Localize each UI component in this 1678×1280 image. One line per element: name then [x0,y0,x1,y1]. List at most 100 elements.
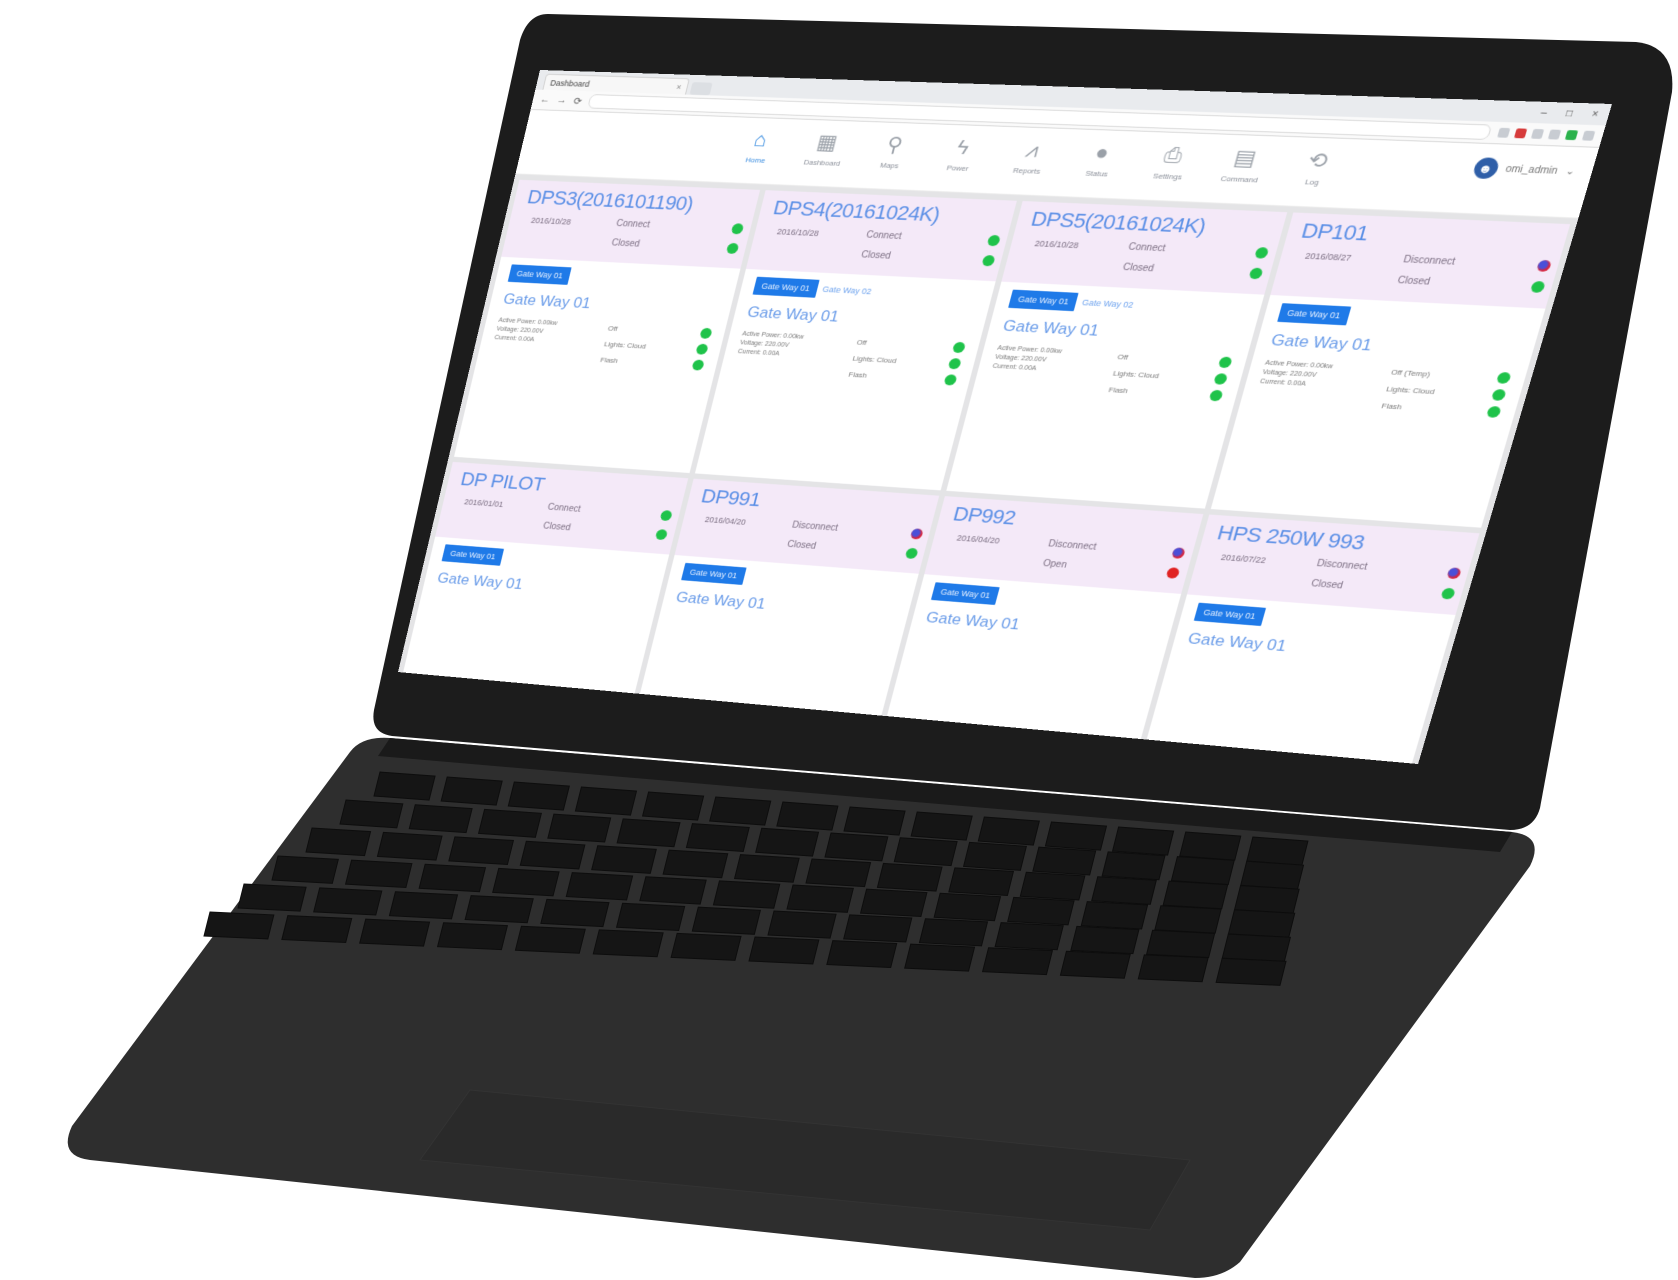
gateway-metrics: Active Power: 0.00kw Voltage: 220.00V Curr… [733,330,967,386]
indicator-dot [947,357,962,370]
indicator-row: Off [837,335,967,354]
device-name[interactable]: DPS5(20161024K) [1028,207,1273,242]
user-menu[interactable]: ☻ omi_admin ⌄ [1471,157,1578,182]
close-tab-icon[interactable]: × [676,82,683,91]
nav-item-label: Status [1084,169,1109,179]
keyboard-key [859,888,928,918]
device-name[interactable]: DPS3(2016101190) [525,186,747,219]
gateway-tab-active[interactable]: Gate Way 01 [930,582,1000,605]
extension-icon[interactable] [1547,129,1562,140]
keyboard-key [1227,909,1296,938]
indicator-row: Flash [829,368,958,386]
nav-item-settings[interactable]: ⎙ Settings [1138,143,1205,182]
gateway-tab[interactable]: Gate Way 02 [1081,298,1134,310]
nav-item-home[interactable]: ⌂ Home [728,128,790,165]
indicator-row: Flash [1360,399,1502,418]
keyboard-key [1111,826,1175,856]
keyboard-key [281,915,353,944]
keyboard-key [767,910,837,939]
keyboard-key [1059,950,1131,979]
device-date: 2016/04/20 [703,514,747,527]
device-card[interactable]: HPS 250W 993 2016/07/22 Disconnect Closed Ga… [1143,514,1480,765]
keyboard-key [592,929,664,958]
menu-icon[interactable] [1581,130,1596,141]
keyboard-key [824,832,889,862]
gateway-tab-active[interactable]: Gate Way 01 [680,562,747,585]
gateway-title: Gate Way 01 [1269,331,1375,355]
minimize-button[interactable]: – [1540,107,1549,118]
indicator-label: Off [607,323,619,333]
close-window-button[interactable]: × [1590,109,1599,120]
keyboard-key [977,816,1040,846]
keyboard-key [271,855,339,884]
keyboard-key [1154,905,1222,934]
nav-item-status[interactable]: ● Status [1067,140,1133,179]
device-grid: DPS3(2016101190) 2016/10/28 Connect Closed G… [398,174,1579,765]
keyboard-key [910,811,973,841]
device-header: DPS5(20161024K) 2016/10/28 Connect Closed [1001,201,1287,295]
keyboard-key [933,892,1002,922]
keyboard-key [1170,856,1235,885]
laptop-screen: Dashboard × – □ × ← → ⟳ ⌂ Home ▦ Dashboa… [398,70,1612,765]
gateway-tab-active[interactable]: Gate Way 01 [1008,289,1079,312]
nav-item-power[interactable]: ϟ Power [929,135,994,174]
gateway-title: Gate Way 01 [1001,316,1101,340]
maximize-button[interactable]: □ [1565,108,1575,119]
nav-item-maps[interactable]: ⚲ Maps [861,133,925,171]
gateway-tab-active[interactable]: Gate Way 01 [441,544,505,566]
indicator-label: Off (Temp) [1390,367,1432,379]
user-avatar-icon: ☻ [1471,157,1501,180]
forward-icon[interactable]: → [556,95,568,106]
extension-icon[interactable] [1564,130,1579,141]
printer-icon: ⎙ [1161,142,1186,168]
keyboard-key [904,943,976,972]
nav-item-command[interactable]: ▤ Command [1209,146,1277,185]
device-header: DPS4(20161024K) 2016/10/28 Connect Closed [745,190,1017,282]
gateway-title: Gate Way 01 [501,290,593,312]
indicator-dot [698,327,713,339]
nav-item-label: Reports [1012,166,1042,176]
gateway-tab-active[interactable]: Gate Way 01 [1276,303,1351,326]
keyboard-key [805,858,872,888]
device-header: DP101 2016/08/27 Disconnect Closed [1269,212,1571,309]
connection-status: Disconnect [791,520,924,540]
connection-status: Connect [1127,241,1270,259]
gmail-icon[interactable] [1513,128,1528,139]
nav-item-reports[interactable]: ⩘ Reports [998,138,1064,176]
device-name[interactable]: DPS4(20161024K) [771,196,1004,230]
nav-item-dashboard[interactable]: ▦ Dashboard [794,130,857,168]
keyboard-key [547,813,612,843]
switch-status-label: Closed [860,249,892,261]
new-tab-button[interactable] [689,82,713,96]
indicator-row: Lights: Cloud [1092,366,1228,385]
map-pin-icon: ⚲ [884,132,906,157]
device-date: 2016/01/01 [463,497,505,509]
extension-icon[interactable] [1497,127,1511,138]
log-icon: ⟲ [1305,148,1331,173]
switch-status-label: Closed [1121,262,1156,274]
connection-status-dot [730,223,745,235]
keyboard-key [492,867,560,897]
keyboard-key [1101,851,1166,881]
device-card[interactable]: DP PILOT 2016/01/01 Connect Closed Gate Way … [400,461,688,704]
connection-status-label: Disconnect [1402,254,1457,268]
gateway-readings: Active Power: 0.00kw Voltage: 220.00V Curr… [987,344,1090,393]
extension-icon[interactable] [1530,128,1545,139]
device-date: 2016/08/27 [1303,251,1353,263]
back-icon[interactable]: ← [539,94,551,105]
gateway-tab-active[interactable]: Gate Way 01 [752,276,820,298]
gateway-tabs: Gate Way 01 Gate Way 02 [1008,289,1248,320]
gateway-indicators: Off Lights: Cloud Flash [582,322,713,371]
indicator-row: Flash [1088,383,1224,402]
gateway-tab-active[interactable]: Gate Way 01 [1193,602,1266,627]
gateway-tab[interactable]: Gate Way 02 [821,285,872,296]
gateway-title: Gate Way 01 [745,303,841,326]
nav-item-log[interactable]: ⟲ Log [1281,148,1350,187]
device-name[interactable]: DP101 [1299,219,1556,255]
connection-status-label: Connect [1127,241,1167,254]
keyboard-key [1080,901,1149,930]
keyboard-key [962,841,1028,871]
gateway-tab-active[interactable]: Gate Way 01 [507,264,572,285]
device-date: 2016/07/22 [1219,552,1268,565]
reload-icon[interactable]: ⟳ [572,95,583,107]
